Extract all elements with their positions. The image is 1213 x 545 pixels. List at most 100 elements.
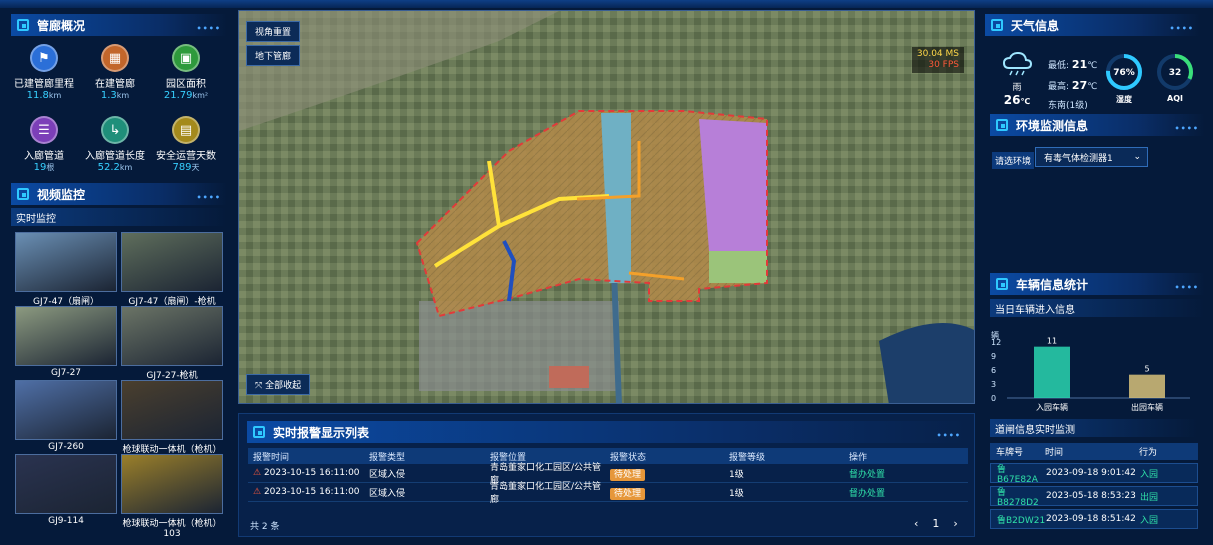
vehicle-title: 车辆信息统计 xyxy=(1016,277,1089,292)
building-icon: ▦ xyxy=(101,44,129,72)
underground-pipe-button[interactable]: 地下管廊 xyxy=(246,45,301,66)
plate-number: 鲁B8278D2 xyxy=(997,487,1039,508)
stat-value: 11.8km xyxy=(9,90,79,101)
next-page-button[interactable]: › xyxy=(953,517,957,530)
purple-zone xyxy=(699,119,767,251)
fps-readout: 30.04 MS 30 FPS xyxy=(911,47,964,73)
panel-title-icon xyxy=(17,188,29,200)
x-tick-label: 出园车辆 xyxy=(1131,402,1163,412)
stat-unit: 天 xyxy=(191,163,200,172)
env-select[interactable]: 有毒气体检测器1 ⌄ xyxy=(1035,147,1148,167)
stat-unit: km² xyxy=(192,91,209,100)
gate-panel: 道闸信息实时监测 xyxy=(990,419,1198,437)
sea-area xyxy=(879,323,974,403)
stat-label: 在建管廊 xyxy=(95,79,135,90)
y-tick-label: 0 xyxy=(991,394,996,403)
stat-unit: km xyxy=(116,91,130,100)
panel-title: 环境监测信息 •••• xyxy=(990,114,1205,136)
y-tick-label: 9 xyxy=(991,352,996,361)
y-tick-label: 3 xyxy=(991,380,996,389)
plate-number: 鲁B2DW21 xyxy=(997,515,1046,526)
stat-value: 19根 xyxy=(9,162,79,173)
stat-item: ▦ 在建管廊 1.3km xyxy=(80,44,150,101)
min-temp: 21 xyxy=(1071,58,1088,71)
gate-row[interactable]: 鲁B2DW21 2023-09-18 8:51:42 入园 xyxy=(990,509,1198,529)
temp-unit: ℃ xyxy=(1087,82,1098,92)
video-subtitle: 实时监控 xyxy=(11,208,227,226)
alarm-type: 区域入侵 xyxy=(369,469,406,480)
min-label: 最低: xyxy=(1048,61,1070,71)
bar xyxy=(1129,374,1165,398)
stat-label: 已建管廊里程 xyxy=(14,79,74,90)
gate-row[interactable]: 鲁B67E82A 2023-09-18 9:01:42 入园 xyxy=(990,463,1198,485)
stat-item: ⚑ 已建管廊里程 11.8km xyxy=(9,44,79,101)
rain-cloud-icon xyxy=(1002,51,1033,76)
collapse-all-label: 全部收起 xyxy=(265,381,302,391)
gate-time: 2023-05-18 8:53:23 xyxy=(1046,491,1136,501)
env-panel: 环境监测信息 •••• xyxy=(990,114,1205,136)
aqi-label: AQI xyxy=(1167,94,1183,103)
video-feed[interactable] xyxy=(121,232,223,292)
video-feed[interactable] xyxy=(15,380,117,440)
gate-header-cell: 行为 xyxy=(1139,448,1158,458)
map-view[interactable]: 视角重置 地下管廊 30.04 MS 30 FPS ⤧ 全部收起 xyxy=(238,10,975,404)
alarm-header-cell: 报警时间 xyxy=(253,452,290,463)
gate-action: 入园 xyxy=(1140,515,1159,526)
stat-number: 21.79 xyxy=(163,90,193,101)
weather-title: 天气信息 xyxy=(1011,18,1060,33)
alarm-header-cell: 报警等级 xyxy=(729,452,766,463)
max-label: 最高: xyxy=(1048,82,1070,92)
env-select-label: 请选环境 xyxy=(992,152,1035,169)
collapse-all-button[interactable]: ⤧ 全部收起 xyxy=(246,374,311,395)
video-feed-label: GJ7-260 xyxy=(48,442,84,452)
video-feed[interactable] xyxy=(121,454,223,514)
alarm-action-link[interactable]: 督办处置 xyxy=(849,467,968,480)
y-tick-label: 6 xyxy=(991,366,996,375)
vehicle-panel: 车辆信息统计 •••• 当日车辆进入信息 xyxy=(990,273,1205,317)
alarm-time-cell: ⚠ 2023-10-15 16:11:00 xyxy=(248,487,369,497)
calendar-icon: ▤ xyxy=(172,116,200,144)
max-temp: 27 xyxy=(1071,79,1088,92)
bar xyxy=(1034,346,1070,398)
panel-title-icon xyxy=(17,19,29,31)
video-feed[interactable] xyxy=(121,380,223,440)
humidity-gauge: 76% xyxy=(1106,54,1142,90)
stat-item: ▣ 园区面积 21.79km² xyxy=(151,44,221,101)
prev-page-button[interactable]: ‹ xyxy=(914,517,918,530)
ms-text: 30.04 MS xyxy=(916,49,959,59)
panel-title: 视频监控 •••• xyxy=(11,183,227,205)
video-title: 视频监控 xyxy=(37,187,86,202)
x-tick-label: 入园车辆 xyxy=(1036,402,1068,412)
panel-title: 车辆信息统计 •••• xyxy=(990,273,1205,295)
stat-item: ☰ 入廊管道 19根 xyxy=(9,116,79,173)
alarm-header-cell: 报警状态 xyxy=(610,452,647,463)
stat-value: 1.3km xyxy=(80,90,150,101)
gate-action: 出园 xyxy=(1140,492,1159,503)
video-feed[interactable] xyxy=(15,306,117,366)
aqi-value: 32 xyxy=(1169,68,1182,78)
humidity-value: 76% xyxy=(1113,68,1135,78)
stat-value: 789天 xyxy=(151,162,221,173)
alarm-table: 报警时间 报警类型 报警位置 报警状态 报警等级 操作 ⚠ 2023-10-15 16:1… xyxy=(248,448,968,505)
gate-row[interactable]: 鲁B8278D2 2023-05-18 8:53:23 出园 xyxy=(990,486,1198,508)
stat-number: 789 xyxy=(172,162,192,173)
env-title: 环境监测信息 xyxy=(1016,118,1089,133)
video-feed[interactable] xyxy=(15,232,117,292)
page-number[interactable]: 1 xyxy=(932,517,939,530)
view-reset-button[interactable]: 视角重置 xyxy=(246,21,301,42)
stat-number: 1.3 xyxy=(100,90,117,101)
alarm-action-link[interactable]: 督办处置 xyxy=(849,486,968,499)
alarm-row[interactable]: ⚠ 2023-10-15 16:11:00 区域入侵 青岛董家口化工园区/公共管廊待… xyxy=(248,482,968,505)
weather-desc: 雨 xyxy=(1012,83,1022,93)
aqi-gauge: 32 xyxy=(1157,54,1193,90)
video-feed[interactable] xyxy=(15,454,117,514)
map-canvas[interactable] xyxy=(239,11,975,404)
video-feed[interactable] xyxy=(121,306,223,366)
env-selected-value: 有毒气体检测器1 xyxy=(1044,153,1113,164)
stat-unit: km xyxy=(119,163,133,172)
alarm-status-cell: 待处理 xyxy=(610,467,729,481)
pagination: ‹ 1 › xyxy=(914,517,958,530)
alarm-level: 1级 xyxy=(729,488,744,499)
alarm-header-cell: 操作 xyxy=(849,452,868,463)
alarm-level: 1级 xyxy=(729,469,744,480)
